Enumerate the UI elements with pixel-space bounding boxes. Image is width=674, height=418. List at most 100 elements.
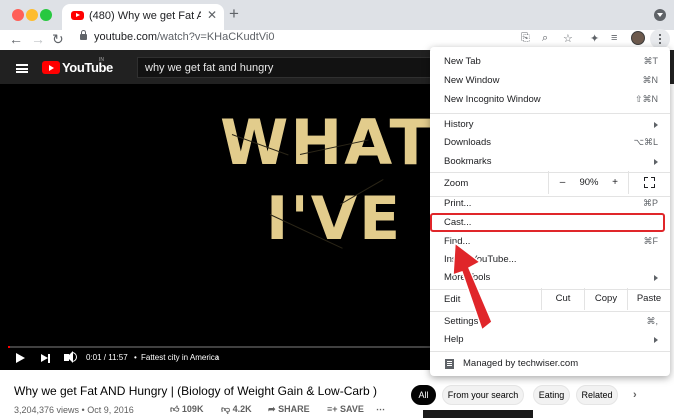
menu-item-settings[interactable]: Settings ⌘, xyxy=(430,313,670,331)
menu-item-history[interactable]: History xyxy=(430,116,670,134)
menu-label: Bookmarks xyxy=(444,156,492,167)
window-maximize-button[interactable] xyxy=(40,9,52,21)
back-icon[interactable]: ← xyxy=(9,31,23,47)
url-host: youtube.com xyxy=(94,31,157,43)
forward-icon[interactable]: → xyxy=(31,31,45,47)
copy-button[interactable]: Copy xyxy=(584,288,627,310)
menu-label: Print... xyxy=(444,198,471,209)
window-close-button[interactable] xyxy=(12,9,24,21)
bookmark-star-icon[interactable]: ☆ xyxy=(563,32,573,45)
like-button[interactable]: 👍︎ 109K xyxy=(170,404,203,415)
save-label: SAVE xyxy=(340,404,364,414)
chip-all[interactable]: All xyxy=(411,385,436,405)
tab-search-icon[interactable] xyxy=(654,9,666,21)
youtube-logo-icon[interactable] xyxy=(42,61,60,74)
window-minimize-button[interactable] xyxy=(26,9,38,21)
menu-label: History xyxy=(444,119,474,130)
zoom-label: Zoom xyxy=(444,178,468,189)
managed-building-icon xyxy=(445,359,454,369)
youtube-logo-text[interactable]: YouTube xyxy=(62,60,113,75)
chapter-chevron-icon[interactable]: › xyxy=(216,352,219,362)
chapter-dot: • xyxy=(134,353,137,362)
menu-item-more-tools[interactable]: More Tools xyxy=(430,269,670,287)
thumbs-up-icon: 👍︎ xyxy=(170,404,179,414)
menu-item-help[interactable]: Help xyxy=(430,331,670,349)
submenu-arrow-icon xyxy=(654,275,658,281)
video-progress-bar[interactable] xyxy=(8,346,440,348)
menu-item-find[interactable]: Find... ⌘F xyxy=(430,233,670,251)
zoom-in-button[interactable]: + xyxy=(602,171,628,194)
tab-close-icon[interactable]: ✕ xyxy=(207,8,217,22)
paste-button[interactable]: Paste xyxy=(627,288,670,310)
menu-label: Downloads xyxy=(444,137,491,148)
chip-eating[interactable]: Eating xyxy=(533,385,570,405)
cast-highlight-box xyxy=(430,213,665,232)
hamburger-menu-icon[interactable] xyxy=(16,64,28,73)
time-display: 0:01 / 11:57 xyxy=(86,353,128,362)
menu-shortcut: ⌘T xyxy=(644,56,659,67)
menu-item-downloads[interactable]: Downloads ⌥⌘L xyxy=(430,134,670,152)
menu-item-print[interactable]: Print... ⌘P xyxy=(430,195,670,213)
next-icon[interactable] xyxy=(41,354,48,362)
menu-label: Find... xyxy=(444,236,470,247)
zoom-level: 90% xyxy=(576,171,602,194)
menu-label: New Tab xyxy=(444,56,481,67)
media-control-icon[interactable]: ≡ xyxy=(611,32,617,44)
menu-shortcut: ⌘, xyxy=(646,316,658,327)
reload-icon[interactable]: ↻ xyxy=(52,31,64,47)
share-icon: ➦ xyxy=(268,404,276,414)
dislike-button[interactable]: 👎︎ 4.2K xyxy=(221,404,252,415)
play-icon[interactable] xyxy=(16,353,25,363)
lock-icon[interactable] xyxy=(80,34,87,40)
menu-item-install-youtube[interactable]: Install YouTube... xyxy=(430,251,670,269)
tab-title: (480) Why we get Fat AND Hu xyxy=(89,10,201,22)
menu-shortcut: ⌘P xyxy=(643,198,658,209)
video-title: Why we get Fat AND Hungry | (Biology of … xyxy=(14,384,377,398)
progress-played xyxy=(8,346,10,348)
search-query: why we get fat and hungry xyxy=(145,62,273,74)
menu-shortcut: ⌘N xyxy=(643,75,659,86)
save-button[interactable]: ≡+ SAVE xyxy=(327,404,364,414)
menu-item-new-incognito-window[interactable]: New Incognito Window⇧⌘N xyxy=(430,91,670,109)
new-tab-button[interactable]: + xyxy=(229,4,239,24)
chapter-title[interactable]: Fattest city in America xyxy=(141,353,219,362)
chip-related[interactable]: Related xyxy=(576,385,618,405)
install-app-icon[interactable]: ⎘ xyxy=(521,32,530,45)
menu-separator xyxy=(430,113,670,114)
menu-label: New Incognito Window xyxy=(444,94,541,105)
managed-by-label[interactable]: Managed by techwiser.com xyxy=(463,358,578,369)
menu-label: Settings xyxy=(444,316,478,327)
save-playlist-icon: ≡+ xyxy=(327,404,338,414)
menu-label: Install YouTube... xyxy=(444,254,517,265)
browser-tab[interactable]: (480) Why we get Fat AND Hu ✕ xyxy=(62,4,224,30)
address-bar[interactable]: youtube.com/watch?v=KHaCKudtVi0 xyxy=(94,31,275,43)
menu-shortcut: ⌘F xyxy=(644,236,659,247)
more-actions-icon[interactable]: ⋯ xyxy=(376,404,385,415)
zoom-icon[interactable]: ⌕ xyxy=(542,32,548,45)
youtube-country-badge: IN xyxy=(99,57,104,63)
chips-next-chevron-icon[interactable]: › xyxy=(633,389,637,401)
menu-shortcut: ⌥⌘L xyxy=(634,137,658,148)
zoom-out-button[interactable]: – xyxy=(548,171,576,194)
menu-label: New Window xyxy=(444,75,499,86)
menu-separator xyxy=(430,351,670,352)
menu-item-new-window[interactable]: New Window ⌘N xyxy=(430,72,670,90)
menu-item-bookmarks[interactable]: Bookmarks xyxy=(430,153,670,171)
menu-separator xyxy=(430,311,670,312)
related-video-thumbnail[interactable] xyxy=(423,410,533,418)
volume-icon[interactable] xyxy=(64,354,69,361)
cut-button[interactable]: Cut xyxy=(541,288,584,310)
chrome-main-menu: New Tab ⌘T New Window ⌘N New Incognito Win… xyxy=(430,47,670,376)
share-label: SHARE xyxy=(278,404,310,414)
chrome-menu-button[interactable] xyxy=(650,29,670,49)
extensions-puzzle-icon[interactable]: ✦ xyxy=(590,32,599,45)
menu-label: More Tools xyxy=(444,272,490,283)
thumbs-down-icon: 👎︎ xyxy=(221,404,230,414)
edit-label: Edit xyxy=(444,294,460,305)
menu-item-new-tab[interactable]: New Tab ⌘T xyxy=(430,53,670,71)
youtube-search-input[interactable]: why we get fat and hungry xyxy=(137,57,437,78)
video-player[interactable]: WHAT I'VE xyxy=(0,84,440,370)
chip-from-your-search[interactable]: From your search xyxy=(442,385,524,405)
share-button[interactable]: ➦ SHARE xyxy=(268,404,310,415)
profile-avatar[interactable] xyxy=(631,31,645,45)
